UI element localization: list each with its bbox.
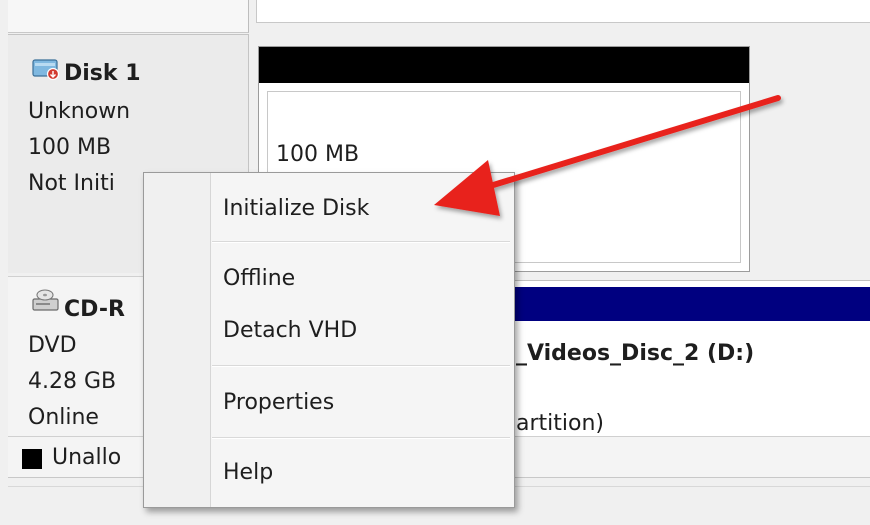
annotation-arrow-icon	[434, 95, 781, 216]
